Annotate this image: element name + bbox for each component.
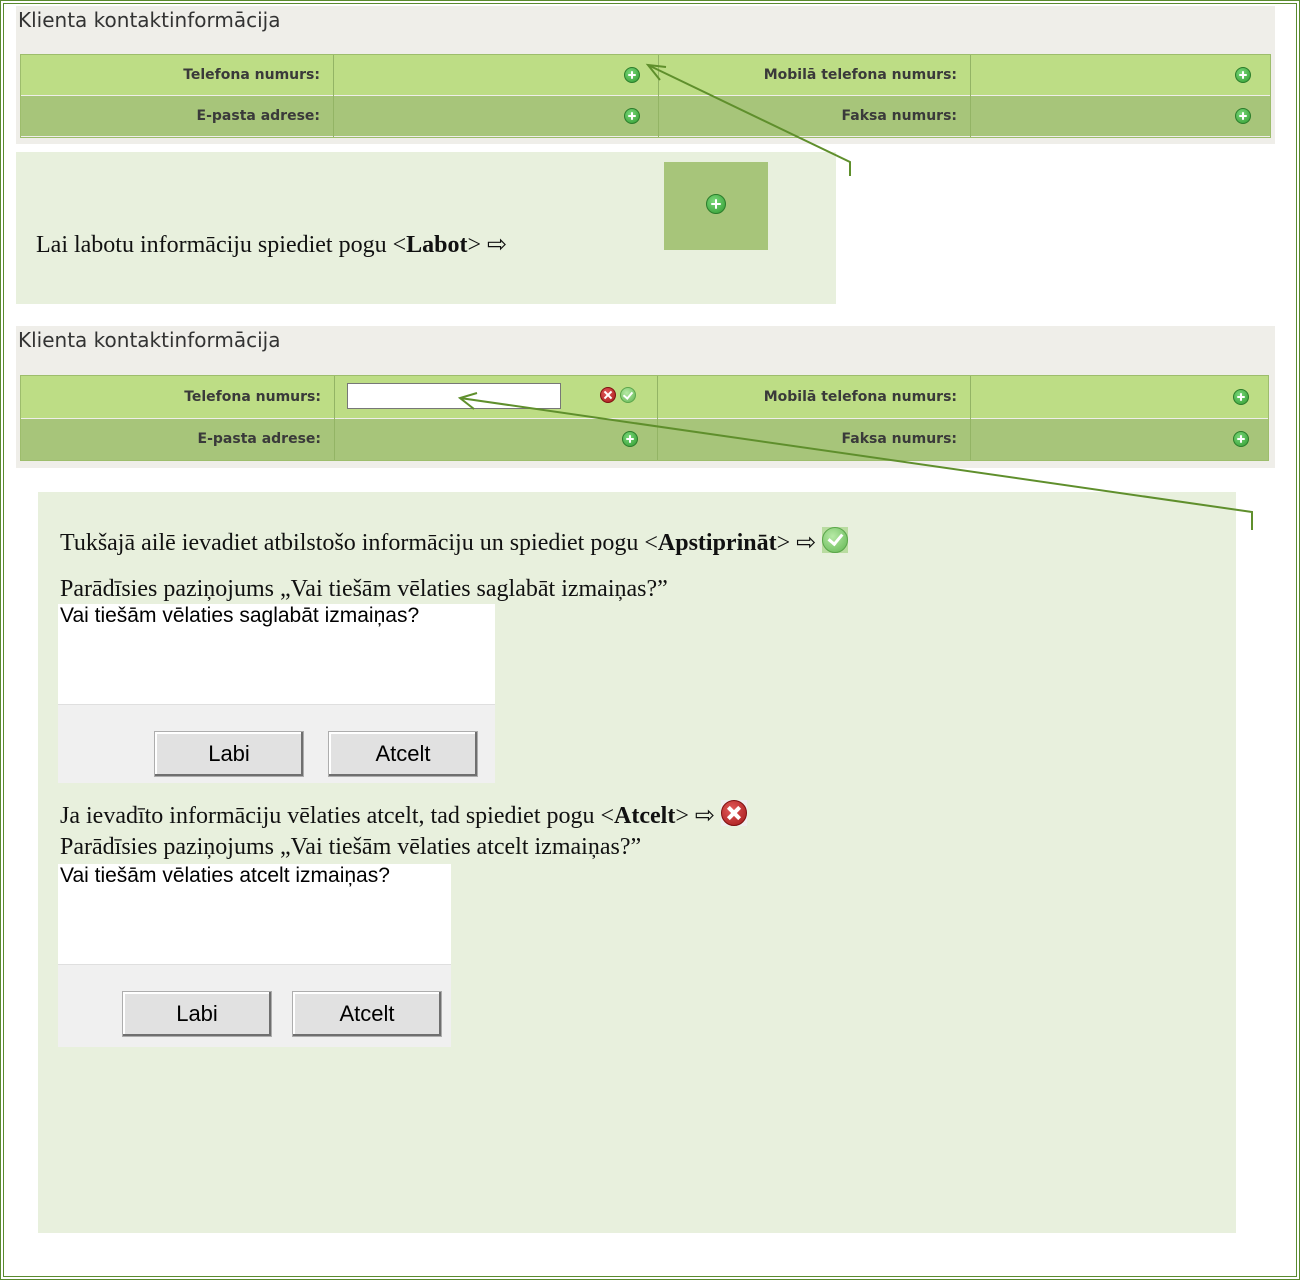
callout-arrow-input — [457, 392, 1253, 530]
callout-arrow-edit — [645, 63, 851, 176]
callout-arrows — [457, 63, 1253, 530]
